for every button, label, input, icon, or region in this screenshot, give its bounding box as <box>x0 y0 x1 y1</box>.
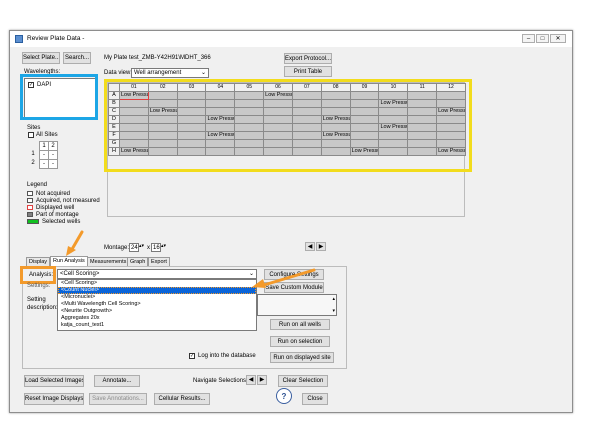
arrow-left-icon: ◀ <box>307 244 313 250</box>
analysis-dropdown-list: <Cell Scoring> <Count Nuclei> <Micronuclei… <box>57 279 257 331</box>
tab-measurements[interactable]: Measurements <box>87 257 130 266</box>
clear-selection-button[interactable]: Clear Selection <box>278 375 328 387</box>
arrow-annotation-option <box>252 268 316 288</box>
log-db-checkbox[interactable]: ✓ <box>189 353 195 359</box>
analysis-option[interactable]: katja_count_test1 <box>58 322 256 329</box>
description-label: description: <box>27 305 58 311</box>
legend-swatch <box>27 205 33 210</box>
arrow-right-icon: ▶ <box>259 377 265 383</box>
montage-label: Montage: <box>104 245 130 251</box>
sites-grid: 1 2 1 - - 2 - - <box>27 141 63 169</box>
navigate-next-button[interactable]: ▶ <box>257 375 267 385</box>
load-selected-images-button[interactable]: Load Selected Images <box>24 375 84 387</box>
wavelengths-highlight <box>20 74 98 120</box>
montage-y-input[interactable]: 16 <box>151 243 161 252</box>
analysis-option[interactable]: <Micronuclei> <box>58 294 256 301</box>
montage-y-spinner[interactable]: ▴▾ <box>161 242 166 250</box>
arrow-annotation-tab <box>66 230 84 256</box>
all-sites-label: All Sites <box>36 132 58 138</box>
tab-display[interactable]: Display <box>26 257 51 266</box>
data-view-value: Well arrangement <box>134 70 182 76</box>
arrow-left-icon: ◀ <box>248 377 254 383</box>
legend-item: Acquired, not measured <box>27 197 107 204</box>
title-bar: Review Plate Data - – □ ✕ <box>10 31 572 47</box>
print-table-button[interactable]: Print Table <box>284 66 332 77</box>
plate-highlight <box>104 79 472 172</box>
setting-description-box: ▴ ▾ <box>257 294 337 316</box>
legend-swatch <box>27 191 33 196</box>
run-all-wells-button[interactable]: Run on all wells <box>270 319 330 330</box>
run-displayed-site-button[interactable]: Run on displayed site <box>270 352 334 363</box>
analysis-option[interactable]: <Neurite Outgrowth> <box>58 308 256 315</box>
app-icon <box>15 35 23 43</box>
minimize-button[interactable]: – <box>522 34 535 43</box>
export-protocol-button[interactable]: Export Protocol... <box>284 53 332 64</box>
chevron-down-icon: ⌄ <box>200 70 206 76</box>
reset-image-displays-button[interactable]: Reset Image Displays <box>24 393 84 405</box>
legend-item: Displayed well <box>27 204 107 211</box>
run-selection-button[interactable]: Run on selection <box>270 336 330 347</box>
legend-item: Part of montage <box>27 211 107 218</box>
navigate-selections-label: Navigate Selections <box>193 378 247 384</box>
data-view-select[interactable]: Well arrangement ⌄ <box>131 68 209 78</box>
setting-label: Setting <box>27 297 46 303</box>
select-plate-button[interactable]: Select Plate... <box>22 52 60 64</box>
close-button[interactable]: Close <box>302 393 328 405</box>
legend-title: Legend <box>27 182 48 188</box>
search-button[interactable]: Search... <box>63 52 91 64</box>
sites-row-header: 2 <box>31 160 35 166</box>
analysis-selected-value: <Cell Scoring> <box>60 271 100 277</box>
montage-y-value: 16 <box>153 245 160 251</box>
analysis-option[interactable]: Aggregates 20x <box>58 315 256 322</box>
maximize-button[interactable]: □ <box>536 34 549 43</box>
site-cell[interactable]: - <box>48 159 58 169</box>
log-db-label: Log into the database <box>198 353 256 359</box>
legend-item: Selected wells <box>27 218 107 225</box>
sites-row-header: 1 <box>31 151 35 157</box>
legend-swatch <box>27 198 33 203</box>
analysis-select[interactable]: <Cell Scoring> ⌄ <box>57 269 257 279</box>
scroll-up-icon[interactable]: ▴ <box>332 295 335 303</box>
analysis-option[interactable]: <Cell Scoring> <box>58 280 256 287</box>
legend-swatch <box>27 219 39 224</box>
montage-by-label: x <box>147 245 150 251</box>
montage-x-spinner[interactable]: ▴▾ <box>139 242 144 250</box>
review-plate-window: Review Plate Data - – □ ✕ Select Plate..… <box>9 30 573 413</box>
legend-label: Selected wells <box>42 219 81 225</box>
window-title: Review Plate Data - <box>27 35 85 42</box>
selected-option-highlight <box>58 287 256 294</box>
settings-label: Settings: <box>27 283 51 289</box>
help-button[interactable]: ? <box>276 388 292 404</box>
arrow-right-icon: ▶ <box>318 244 324 250</box>
analysis-option[interactable]: <Multi Wavelength Cell Scoring> <box>58 301 256 308</box>
tab-export[interactable]: Export <box>148 257 170 266</box>
tab-graph[interactable]: Graph <box>127 257 149 266</box>
help-icon: ? <box>281 392 287 401</box>
cellular-results-button[interactable]: Cellular Results... <box>154 393 210 405</box>
next-arrow-button[interactable]: ▶ <box>316 242 326 251</box>
legend: Not acquired Acquired, not measured Disp… <box>27 190 107 230</box>
plate-info: My Plate test_ZMB-Y42H91\MDHT_366 <box>104 55 211 61</box>
save-annotations-button[interactable]: Save Annotations... <box>89 393 147 405</box>
data-view-label: Data view: <box>104 70 133 76</box>
navigate-prev-button[interactable]: ◀ <box>246 375 256 385</box>
scroll-down-icon[interactable]: ▾ <box>332 307 335 315</box>
prev-arrow-button[interactable]: ◀ <box>305 242 315 251</box>
montage-x-value: 24 <box>131 245 138 251</box>
close-window-button[interactable]: ✕ <box>550 34 566 43</box>
annotate-button[interactable]: Annotate... <box>94 375 140 387</box>
all-sites-checkbox[interactable] <box>28 132 34 138</box>
montage-x-input[interactable]: 24 <box>129 243 139 252</box>
legend-item: Not acquired <box>27 190 107 197</box>
legend-swatch <box>27 212 33 217</box>
